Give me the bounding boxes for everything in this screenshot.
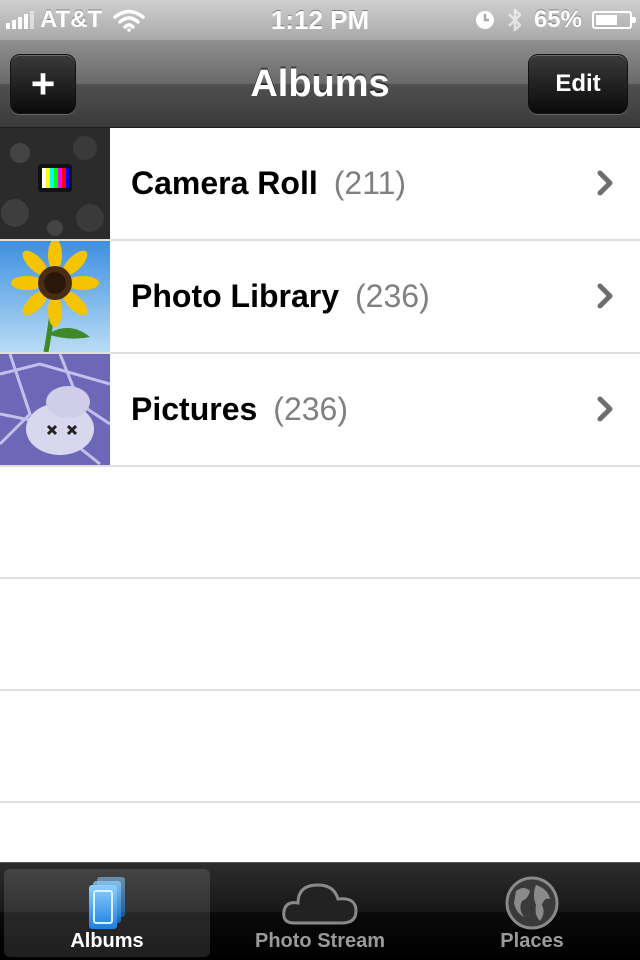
- bluetooth-icon: [508, 8, 522, 32]
- chevron-right-icon: [597, 170, 613, 196]
- globe-icon: [505, 876, 559, 930]
- empty-row: [0, 579, 640, 691]
- album-title: Photo Library (236): [131, 241, 430, 352]
- navigation-bar: + Albums Edit: [0, 40, 640, 128]
- album-count: (236): [273, 391, 348, 427]
- album-name: Camera Roll: [131, 165, 318, 201]
- alarm-clock-icon: [475, 11, 494, 29]
- album-count: (236): [355, 278, 430, 314]
- album-thumbnail-camera-roll: [0, 128, 110, 239]
- album-title: Pictures (236): [131, 354, 348, 465]
- tab-label: Places: [500, 930, 564, 952]
- tab-photo-stream[interactable]: Photo Stream: [217, 869, 423, 957]
- empty-row: [0, 691, 640, 803]
- battery-fill: [596, 15, 617, 25]
- album-thumbnail-photo-library: [0, 241, 110, 352]
- tab-albums[interactable]: Albums: [4, 869, 210, 957]
- album-title: Camera Roll (211): [131, 128, 406, 239]
- album-row-camera-roll[interactable]: Camera Roll (211): [0, 128, 640, 241]
- battery-percent: 65%: [533, 6, 582, 33]
- album-name: Pictures: [131, 391, 258, 427]
- tab-label: Photo Stream: [254, 930, 386, 952]
- cloud-icon: [282, 883, 358, 925]
- album-thumbnail-pictures: [0, 354, 110, 465]
- album-name: Photo Library: [131, 278, 340, 314]
- album-count: (211): [333, 165, 407, 201]
- albums-icon: [89, 877, 125, 929]
- tab-label: Albums: [70, 930, 144, 952]
- tab-bar: Albums Photo Stream Places: [0, 862, 640, 960]
- edit-button[interactable]: Edit: [528, 54, 628, 114]
- empty-row: [0, 467, 640, 579]
- album-row-photo-library[interactable]: Photo Library (236): [0, 241, 640, 354]
- album-row-pictures[interactable]: Pictures (236): [0, 354, 640, 467]
- chevron-right-icon: [597, 396, 613, 422]
- chevron-right-icon: [597, 283, 613, 309]
- albums-list: Camera Roll (211) Photo Library (236) Pi…: [0, 128, 640, 803]
- battery-icon: [592, 11, 636, 29]
- status-right-area: 65%: [474, 4, 636, 36]
- status-bar: AT&T 1:12 PM 65%: [0, 0, 640, 40]
- tab-places[interactable]: Places: [429, 869, 635, 957]
